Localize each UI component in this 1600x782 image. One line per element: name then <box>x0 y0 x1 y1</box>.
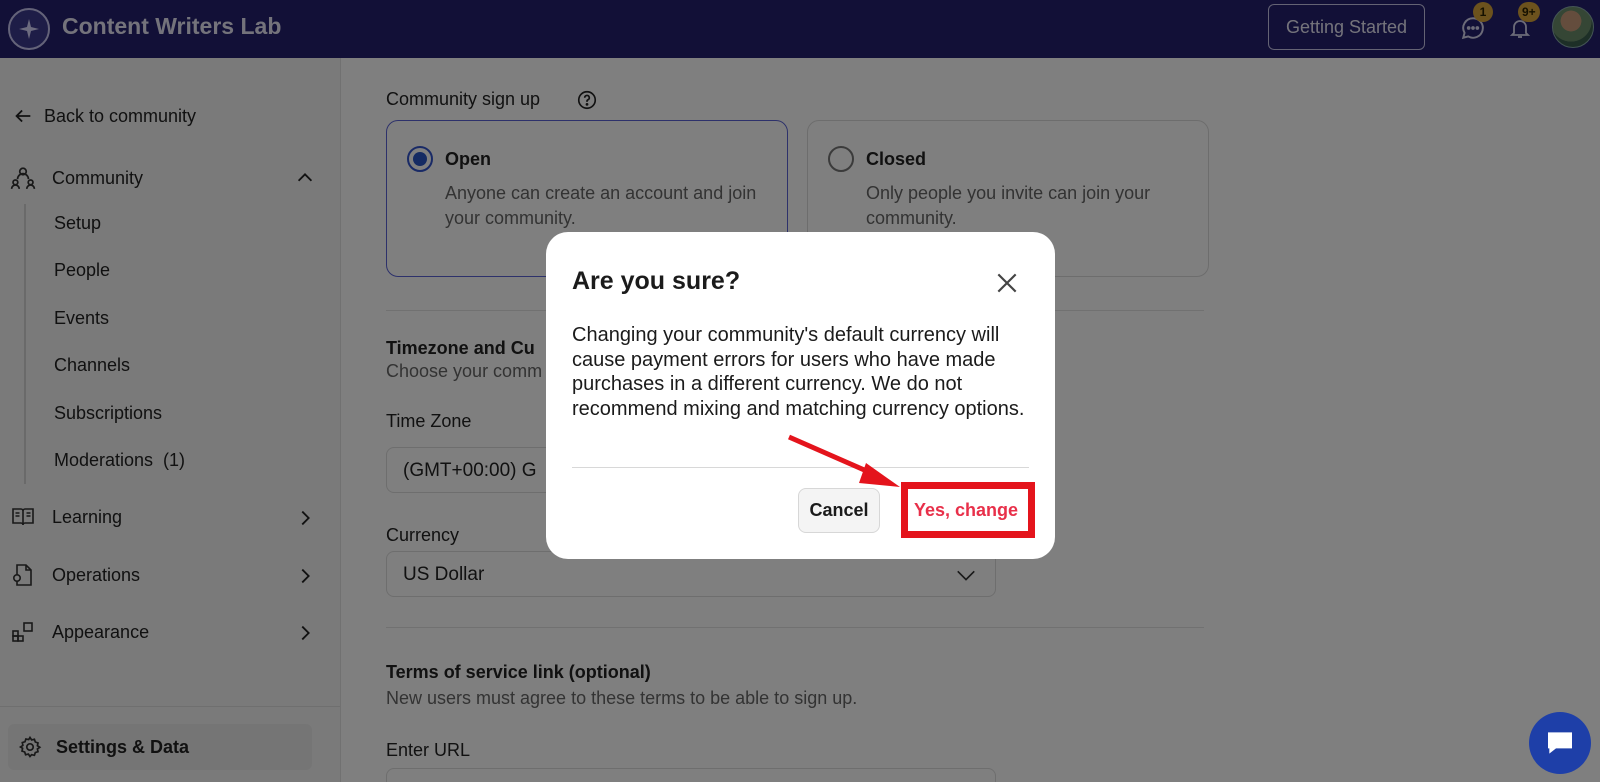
highlight-box <box>901 482 1035 538</box>
confirm-dialog: Are you sure? Changing your community's … <box>546 232 1055 559</box>
cancel-button[interactable]: Cancel <box>798 488 880 533</box>
support-chat-button[interactable] <box>1529 712 1591 774</box>
dialog-divider <box>572 467 1029 468</box>
dialog-message: Changing your community's default curren… <box>572 324 1025 420</box>
close-icon[interactable] <box>994 270 1020 296</box>
chat-bubble-icon <box>1548 732 1572 754</box>
dialog-title: Are you sure? <box>572 267 741 295</box>
